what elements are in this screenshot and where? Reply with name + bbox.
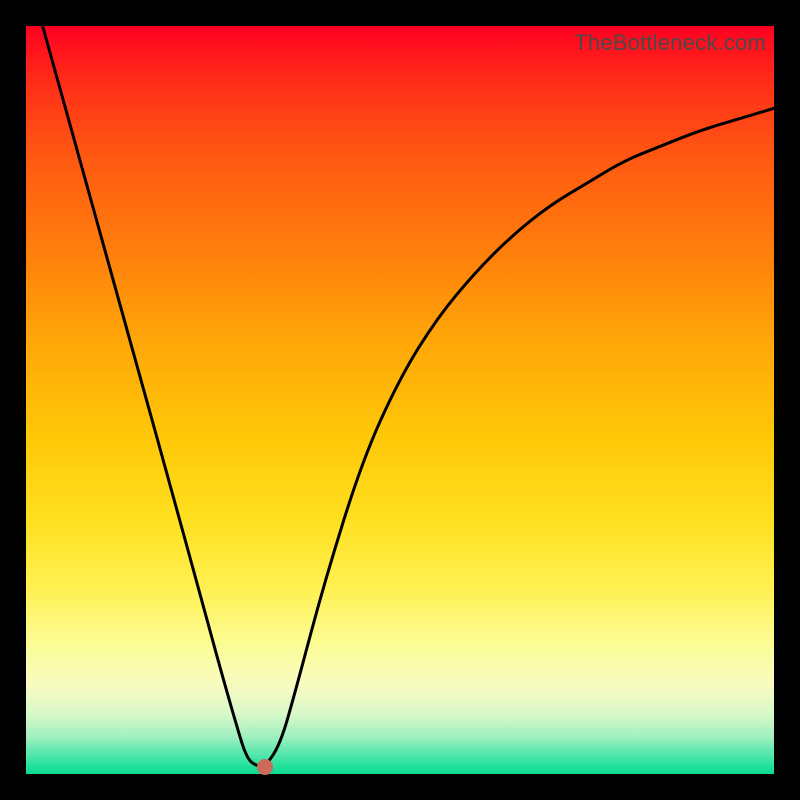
curve-svg <box>26 26 774 774</box>
marker-dot <box>257 759 273 775</box>
plot-area: TheBottleneck.com <box>26 26 774 774</box>
chart-frame: TheBottleneck.com <box>0 0 800 800</box>
bottleneck-curve <box>26 26 774 766</box>
